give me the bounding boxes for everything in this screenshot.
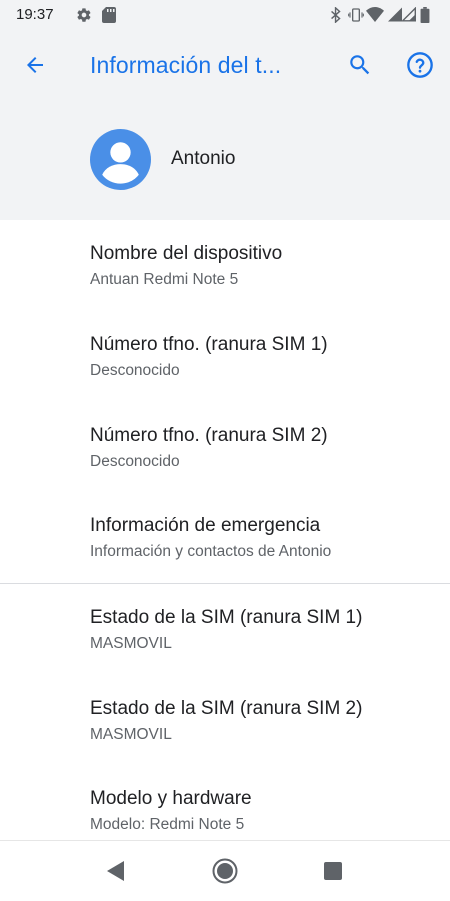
nav-back-icon bbox=[107, 861, 124, 881]
avatar[interactable] bbox=[90, 129, 151, 190]
item-subtitle: Desconocido bbox=[90, 453, 180, 470]
item-device-name[interactable]: Nombre del dispositivo Antuan Redmi Note… bbox=[90, 242, 430, 291]
item-title: Estado de la SIM (ranura SIM 2) bbox=[90, 698, 363, 719]
status-bar: 19:37 bbox=[0, 0, 450, 30]
nav-recents-button[interactable] bbox=[317, 855, 349, 887]
app-header: Información del t... Antonio bbox=[0, 30, 450, 220]
search-button[interactable] bbox=[340, 45, 380, 85]
item-title: Nombre del dispositivo bbox=[90, 243, 283, 264]
bluetooth-icon bbox=[331, 7, 341, 23]
nav-back-button[interactable] bbox=[100, 855, 132, 887]
item-phone-sim2[interactable]: Número tfno. (ranura SIM 2) Desconocido bbox=[90, 424, 430, 473]
item-subtitle: MASMOVIL bbox=[90, 726, 172, 743]
gear-icon bbox=[77, 8, 91, 22]
item-title: Número tfno. (ranura SIM 2) bbox=[90, 425, 328, 446]
divider bbox=[0, 583, 450, 584]
back-button[interactable] bbox=[15, 45, 55, 85]
item-title: Estado de la SIM (ranura SIM 1) bbox=[90, 607, 363, 628]
nav-home-icon bbox=[212, 858, 238, 884]
signal-icon-1 bbox=[388, 7, 402, 22]
nav-home-button[interactable] bbox=[209, 855, 241, 887]
help-circle-icon bbox=[407, 52, 433, 78]
page-title: Información del t... bbox=[90, 52, 282, 78]
search-icon bbox=[350, 55, 370, 75]
arrow-left-icon bbox=[27, 57, 43, 73]
item-subtitle: Información y contactos de Antonio bbox=[90, 543, 332, 560]
navigation-bar bbox=[0, 840, 450, 901]
item-sim-status-2[interactable]: Estado de la SIM (ranura SIM 2) MASMOVIL bbox=[90, 697, 430, 746]
item-subtitle: Desconocido bbox=[90, 362, 180, 379]
item-title: Modelo y hardware bbox=[90, 788, 252, 809]
battery-icon bbox=[420, 7, 430, 23]
item-model-hardware[interactable]: Modelo y hardware Modelo: Redmi Note 5 bbox=[90, 787, 430, 836]
status-time: 19:37 bbox=[16, 6, 54, 23]
wifi-icon bbox=[366, 7, 384, 22]
profile-name[interactable]: Antonio bbox=[171, 148, 235, 170]
item-sim-status-1[interactable]: Estado de la SIM (ranura SIM 1) MASMOVIL bbox=[90, 606, 430, 655]
item-emergency-info[interactable]: Información de emergencia Información y … bbox=[90, 514, 430, 563]
item-title: Número tfno. (ranura SIM 1) bbox=[90, 334, 328, 355]
help-button[interactable] bbox=[400, 45, 440, 85]
item-title: Información de emergencia bbox=[90, 515, 321, 536]
sd-card-icon bbox=[102, 7, 116, 23]
item-subtitle: Antuan Redmi Note 5 bbox=[90, 271, 239, 288]
nav-recents-icon bbox=[324, 862, 342, 880]
item-phone-sim1[interactable]: Número tfno. (ranura SIM 1) Desconocido bbox=[90, 333, 430, 382]
account-circle-icon bbox=[90, 129, 151, 190]
item-subtitle: Modelo: Redmi Note 5 bbox=[90, 816, 245, 833]
item-subtitle: MASMOVIL bbox=[90, 635, 172, 652]
signal-icon-2 bbox=[402, 7, 416, 22]
vibrate-icon bbox=[348, 8, 364, 22]
